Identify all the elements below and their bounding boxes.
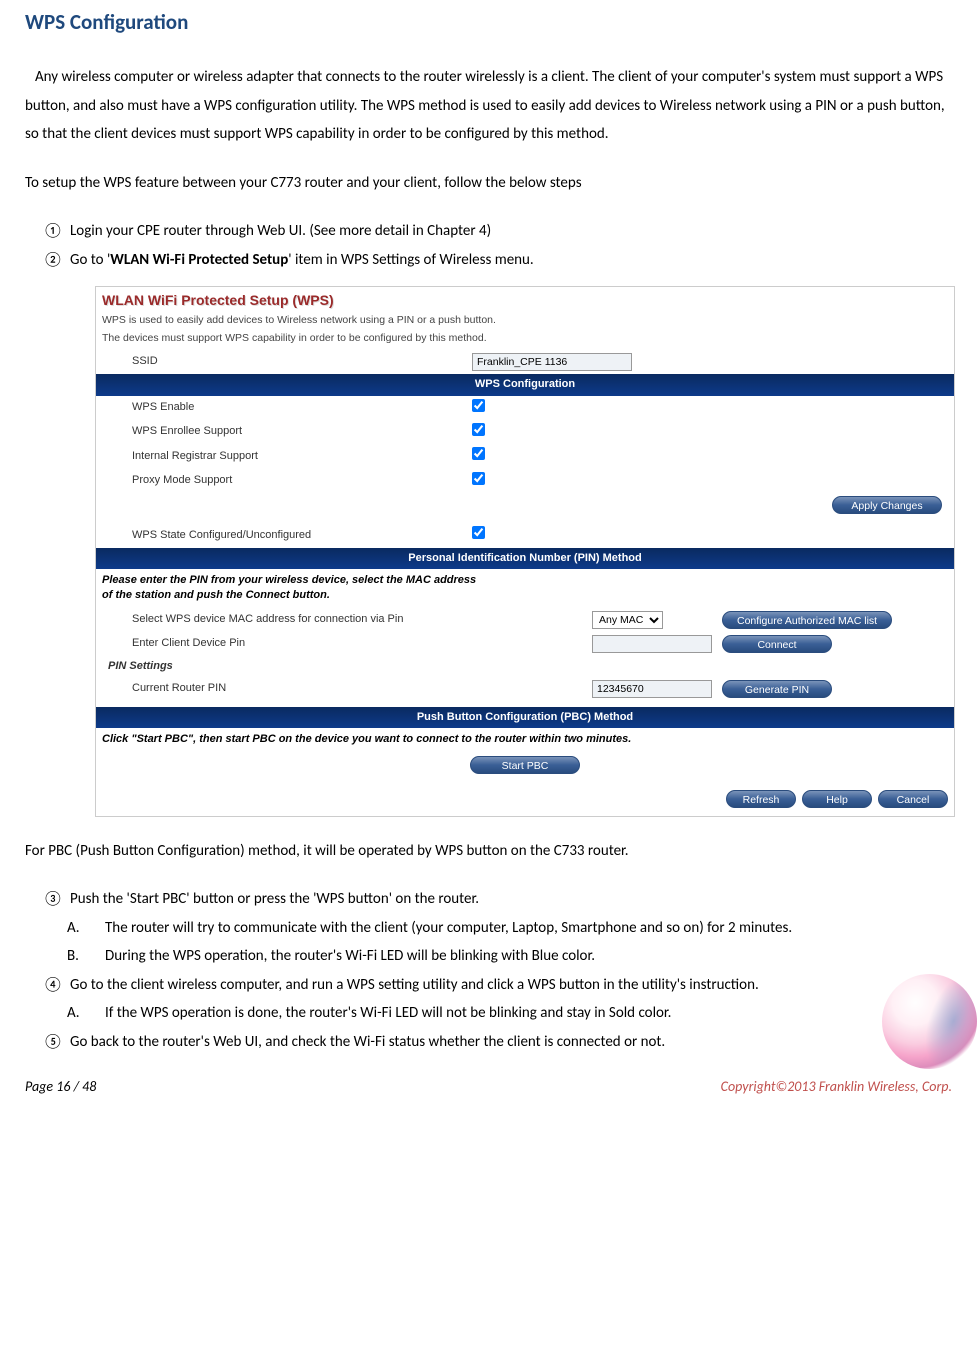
- step-2-marker: ②: [25, 246, 70, 275]
- generate-pin-button[interactable]: Generate PIN: [722, 680, 832, 698]
- step-3a-text: The router will try to communicate with …: [105, 914, 952, 943]
- bar-wps-config: WPS Configuration: [96, 374, 954, 395]
- step-3a-marker: A.: [25, 914, 105, 943]
- pbc-intro: For PBC (Push Button Configuration) meth…: [25, 837, 952, 866]
- wps-ui-panel: WLAN WiFi Protected Setup (WPS) WPS is u…: [95, 286, 955, 817]
- step-3b: B. During the WPS operation, the router'…: [25, 942, 952, 971]
- ui-desc-2: The devices must support WPS capability …: [96, 331, 954, 350]
- refresh-button[interactable]: Refresh: [726, 790, 796, 808]
- step-4: ④ Go to the client wireless computer, an…: [25, 971, 952, 1000]
- ssid-label: SSID: [102, 354, 472, 369]
- pin-instruction: Please enter the PIN from your wireless …: [96, 569, 954, 608]
- step-3a: A. The router will try to communicate wi…: [25, 914, 952, 943]
- step-4a-text: If the WPS operation is done, the router…: [105, 999, 952, 1028]
- ui-desc-1: WPS is used to easily add devices to Wir…: [96, 313, 954, 332]
- bar-pbc-method: Push Button Configuration (PBC) Method: [96, 707, 954, 728]
- select-mac-row: Select WPS device MAC address for connec…: [96, 608, 954, 632]
- ssid-row: SSID: [96, 350, 954, 374]
- help-button[interactable]: Help: [802, 790, 872, 808]
- page-title: WPS Configuration: [25, 10, 952, 35]
- current-pin-input[interactable]: [592, 680, 712, 698]
- apply-row: Apply Changes: [96, 493, 954, 517]
- current-pin-label: Current Router PIN: [102, 681, 592, 696]
- ui-heading: WLAN WiFi Protected Setup (WPS): [96, 287, 954, 313]
- page-number: Page 16 / 48: [25, 1074, 96, 1101]
- step-5-marker: ⑤: [25, 1028, 70, 1057]
- step-2-text: Go to 'WLAN Wi-Fi Protected Setup' item …: [70, 246, 952, 275]
- cancel-button[interactable]: Cancel: [878, 790, 948, 808]
- step-5: ⑤ Go back to the router's Web UI, and ch…: [25, 1028, 952, 1057]
- step-3-marker: ③: [25, 885, 70, 914]
- proxy-checkbox[interactable]: [472, 472, 485, 485]
- wps-enable-row: WPS Enable: [96, 396, 954, 420]
- step-2: ② Go to 'WLAN Wi-Fi Protected Setup' ite…: [25, 246, 952, 275]
- current-pin-row: Current Router PIN Generate PIN: [96, 677, 954, 701]
- step-2-post: ' item in WPS Settings of Wireless menu.: [288, 251, 533, 269]
- step-1-marker: ①: [25, 217, 70, 246]
- configure-mac-button[interactable]: Configure Authorized MAC list: [722, 611, 892, 629]
- step-1-text: Login your CPE router through Web UI. (S…: [70, 217, 952, 246]
- enrollee-checkbox[interactable]: [472, 423, 485, 436]
- proxy-label: Proxy Mode Support: [102, 473, 472, 488]
- client-pin-input[interactable]: [592, 635, 712, 653]
- select-mac-label: Select WPS device MAC address for connec…: [102, 612, 592, 627]
- steps-list-2: ③ Push the 'Start PBC' button or press t…: [25, 885, 952, 1056]
- wps-enable-checkbox[interactable]: [472, 399, 485, 412]
- state-label: WPS State Configured/Unconfigured: [102, 528, 472, 543]
- registrar-checkbox[interactable]: [472, 447, 485, 460]
- registrar-row: Internal Registrar Support: [96, 444, 954, 468]
- step-3b-marker: B.: [25, 942, 105, 971]
- step-4a-marker: A.: [25, 999, 105, 1028]
- pbc-instruction: Click "Start PBC", then start PBC on the…: [96, 728, 954, 751]
- connect-button[interactable]: Connect: [722, 635, 832, 653]
- step-4-text: Go to the client wireless computer, and …: [70, 971, 952, 1000]
- step-3: ③ Push the 'Start PBC' button or press t…: [25, 885, 952, 914]
- copyright: Copyright©2013 Franklin Wireless, Corp.: [721, 1074, 952, 1101]
- step-2-pre: Go to ': [70, 251, 110, 269]
- page-footer: Page 16 / 48 Copyright©2013 Franklin Wir…: [25, 1068, 952, 1109]
- pin-settings-row: PIN Settings: [96, 656, 954, 677]
- step-5-text: Go back to the router's Web UI, and chec…: [70, 1028, 952, 1057]
- pin-instr-2: of the station and push the Connect butt…: [102, 589, 330, 601]
- wps-enable-label: WPS Enable: [102, 400, 472, 415]
- setup-line: To setup the WPS feature between your C7…: [25, 169, 952, 198]
- state-checkbox[interactable]: [472, 526, 485, 539]
- enrollee-label: WPS Enrollee Support: [102, 424, 472, 439]
- enter-pin-row: Enter Client Device Pin Connect: [96, 632, 954, 656]
- step-3b-text: During the WPS operation, the router's W…: [105, 942, 952, 971]
- state-row: WPS State Configured/Unconfigured: [96, 523, 954, 547]
- ssid-input[interactable]: [472, 353, 632, 371]
- steps-list: ① Login your CPE router through Web UI. …: [25, 217, 952, 274]
- step-1: ① Login your CPE router through Web UI. …: [25, 217, 952, 246]
- ui-bottom-buttons: Refresh Help Cancel: [96, 780, 954, 816]
- step-4a: A. If the WPS operation is done, the rou…: [25, 999, 952, 1028]
- pin-instr-1: Please enter the PIN from your wireless …: [102, 574, 476, 586]
- proxy-row: Proxy Mode Support: [96, 469, 954, 493]
- start-pbc-button[interactable]: Start PBC: [470, 756, 580, 774]
- mac-select[interactable]: Any MAC: [592, 611, 663, 629]
- intro-paragraph: Any wireless computer or wireless adapte…: [25, 63, 952, 149]
- step-4-marker: ④: [25, 971, 70, 1000]
- bar-pin-method: Personal Identification Number (PIN) Met…: [96, 548, 954, 569]
- enrollee-row: WPS Enrollee Support: [96, 420, 954, 444]
- step-2-bold: WLAN Wi-Fi Protected Setup: [110, 251, 288, 269]
- pin-settings-label: PIN Settings: [102, 659, 472, 674]
- apply-changes-button[interactable]: Apply Changes: [832, 496, 942, 514]
- step-3-text: Push the 'Start PBC' button or press the…: [70, 885, 952, 914]
- enter-pin-label: Enter Client Device Pin: [102, 636, 592, 651]
- registrar-label: Internal Registrar Support: [102, 449, 472, 464]
